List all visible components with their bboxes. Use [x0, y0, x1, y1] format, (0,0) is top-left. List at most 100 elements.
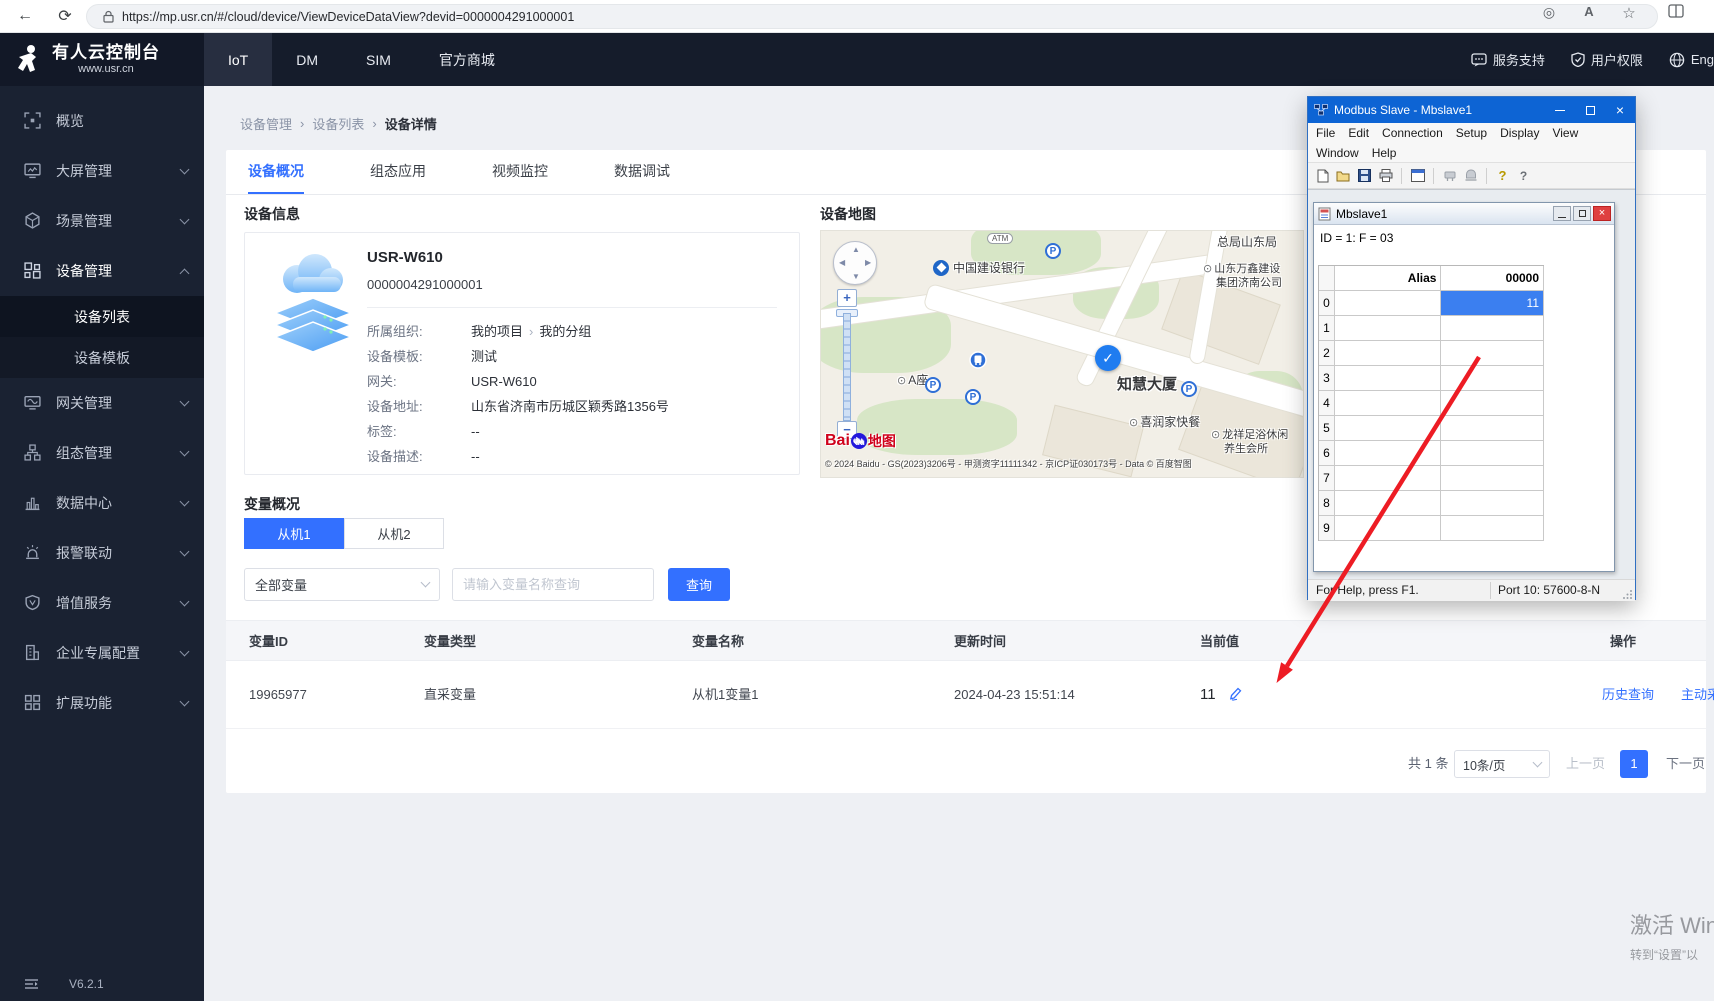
- toolbar-context-help-icon[interactable]: ?: [1515, 167, 1532, 184]
- value-cell[interactable]: [1441, 366, 1545, 391]
- sidebar-collapse-icon[interactable]: [24, 978, 39, 990]
- map-zoom-slider-track[interactable]: [843, 313, 851, 421]
- topnav-tab-dm[interactable]: DM: [272, 33, 342, 86]
- value-cell[interactable]: [1441, 341, 1545, 366]
- toolbar-print-icon[interactable]: [1377, 167, 1394, 184]
- sidebar-item-device-mgmt[interactable]: 设备管理: [0, 246, 204, 296]
- action-active-collect[interactable]: 主动采: [1681, 661, 1714, 729]
- sidebar-item-scene-mgmt[interactable]: 场景管理: [0, 196, 204, 246]
- value-cell-selected[interactable]: 11: [1441, 291, 1545, 316]
- value-cell[interactable]: [1441, 491, 1545, 516]
- menu-file[interactable]: File: [1316, 126, 1335, 140]
- variable-type-select[interactable]: 全部变量: [244, 568, 440, 601]
- modbus-register-grid[interactable]: Alias 00000 0 11 1 2 3 4 5 6 7 8 9: [1318, 265, 1545, 541]
- resize-grip[interactable]: [1623, 589, 1633, 599]
- search-button[interactable]: 查询: [668, 568, 730, 601]
- map-pan-control[interactable]: ▲ ▼ ◀ ▶: [833, 241, 877, 285]
- tab-config-app[interactable]: 组态应用: [370, 150, 426, 194]
- alias-cell[interactable]: [1334, 466, 1442, 491]
- topnav-tab-iot[interactable]: IoT: [204, 33, 273, 86]
- browser-favorite-star-icon[interactable]: ☆: [1618, 4, 1640, 22]
- sidebar-item-gateway-mgmt[interactable]: 网关管理: [0, 378, 204, 428]
- sidebar-item-data-center[interactable]: 数据中心: [0, 478, 204, 528]
- topnav-tab-sim[interactable]: SIM: [342, 33, 415, 86]
- child-titlebar[interactable]: Mbslave1 ×: [1314, 203, 1614, 225]
- alias-cell[interactable]: [1334, 316, 1442, 341]
- menu-window[interactable]: Window: [1316, 146, 1359, 160]
- sidebar-item-screen-mgmt[interactable]: 大屏管理: [0, 146, 204, 196]
- variable-search-input[interactable]: [452, 568, 654, 601]
- pagination-prev[interactable]: 上一页: [1566, 750, 1605, 778]
- edit-value-icon[interactable]: [1228, 685, 1243, 701]
- tab-device-overview[interactable]: 设备概况: [248, 150, 304, 194]
- toolbar-open-icon[interactable]: [1335, 167, 1352, 184]
- window-close-button[interactable]: ×: [1605, 97, 1635, 123]
- alias-cell[interactable]: [1334, 366, 1442, 391]
- toolbar-traffic-icon[interactable]: [1462, 167, 1479, 184]
- pagination-next[interactable]: 下一页: [1666, 750, 1705, 778]
- value-cell[interactable]: [1441, 391, 1545, 416]
- page-size-select[interactable]: 10条/页: [1454, 750, 1550, 778]
- alias-cell[interactable]: [1334, 291, 1442, 316]
- toolbar-new-icon[interactable]: [1314, 167, 1331, 184]
- menu-display[interactable]: Display: [1500, 126, 1539, 140]
- sidebar-item-extensions[interactable]: 扩展功能: [0, 678, 204, 728]
- breadcrumb-device-list[interactable]: 设备列表: [312, 114, 364, 133]
- browser-target-icon[interactable]: ◎: [1538, 4, 1560, 21]
- toolbar-save-icon[interactable]: [1356, 167, 1373, 184]
- value-cell[interactable]: [1441, 516, 1545, 541]
- menu-edit[interactable]: Edit: [1348, 126, 1369, 140]
- window-minimize-button[interactable]: [1545, 97, 1575, 123]
- menu-view[interactable]: View: [1552, 126, 1578, 140]
- tab-slave1[interactable]: 从机1: [244, 518, 344, 549]
- browser-read-aloud-icon[interactable]: A: [1578, 4, 1600, 19]
- pagination-page-1[interactable]: 1: [1620, 750, 1648, 778]
- child-close-button[interactable]: ×: [1593, 206, 1611, 221]
- toolbar-connection-icon[interactable]: [1441, 167, 1458, 184]
- browser-back-icon[interactable]: ←: [12, 3, 38, 29]
- modbus-slave-window[interactable]: Modbus Slave - Mbslave1 × File Edit Conn…: [1307, 96, 1636, 601]
- alias-cell[interactable]: [1334, 441, 1442, 466]
- value-cell[interactable]: [1441, 441, 1545, 466]
- browser-split-screen-icon[interactable]: [1668, 4, 1690, 18]
- sidebar-subitem-device-template[interactable]: 设备模板: [0, 337, 204, 378]
- map-device-marker[interactable]: ✓: [1095, 345, 1121, 371]
- alias-cell[interactable]: [1334, 416, 1442, 441]
- browser-refresh-icon[interactable]: ⟳: [52, 3, 78, 29]
- value-cell[interactable]: [1441, 316, 1545, 341]
- menu-setup[interactable]: Setup: [1456, 126, 1487, 140]
- header-service-support[interactable]: 服务支持: [1471, 50, 1545, 69]
- brand-logo[interactable]: 有人云控制台 www.usr.cn: [0, 33, 204, 86]
- value-cell[interactable]: [1441, 466, 1545, 491]
- modbus-titlebar[interactable]: Modbus Slave - Mbslave1 ×: [1308, 97, 1635, 123]
- window-maximize-button[interactable]: [1575, 97, 1605, 123]
- tab-data-debug[interactable]: 数据调试: [614, 150, 670, 194]
- menu-connection[interactable]: Connection: [1382, 126, 1443, 140]
- header-language[interactable]: Eng: [1669, 52, 1714, 68]
- sidebar-item-alarm-linkage[interactable]: 报警联动: [0, 528, 204, 578]
- tab-video-monitor[interactable]: 视频监控: [492, 150, 548, 194]
- child-restore-button[interactable]: [1573, 206, 1591, 221]
- map-zoom-in-button[interactable]: +: [837, 289, 857, 307]
- alias-cell[interactable]: [1334, 516, 1442, 541]
- mbslave1-child-window[interactable]: Mbslave1 × ID = 1: F = 03 Alias 00000 01…: [1313, 202, 1615, 572]
- child-minimize-button[interactable]: [1553, 206, 1571, 221]
- topnav-tab-mall[interactable]: 官方商城: [415, 33, 519, 86]
- sidebar-item-config-mgmt[interactable]: 组态管理: [0, 428, 204, 478]
- alias-cell[interactable]: [1334, 391, 1442, 416]
- value-cell[interactable]: [1441, 416, 1545, 441]
- sidebar-item-value-added[interactable]: 增值服务: [0, 578, 204, 628]
- sidebar-item-enterprise-config[interactable]: 企业专属配置: [0, 628, 204, 678]
- sidebar-item-overview[interactable]: 概览: [0, 96, 204, 146]
- alias-cell[interactable]: [1334, 341, 1442, 366]
- sidebar-subitem-device-list[interactable]: 设备列表: [0, 296, 204, 337]
- header-user-permission[interactable]: 用户权限: [1571, 50, 1643, 69]
- action-history-query[interactable]: 历史查询: [1602, 661, 1654, 729]
- tab-slave2[interactable]: 从机2: [344, 518, 444, 549]
- breadcrumb-device-mgmt[interactable]: 设备管理: [240, 114, 292, 133]
- toolbar-display-definition-icon[interactable]: [1409, 167, 1426, 184]
- menu-help[interactable]: Help: [1372, 146, 1397, 160]
- toolbar-about-help-icon[interactable]: ?: [1494, 167, 1511, 184]
- alias-cell[interactable]: [1334, 491, 1442, 516]
- address-bar[interactable]: https://mp.usr.cn/#/cloud/device/ViewDev…: [86, 4, 1658, 29]
